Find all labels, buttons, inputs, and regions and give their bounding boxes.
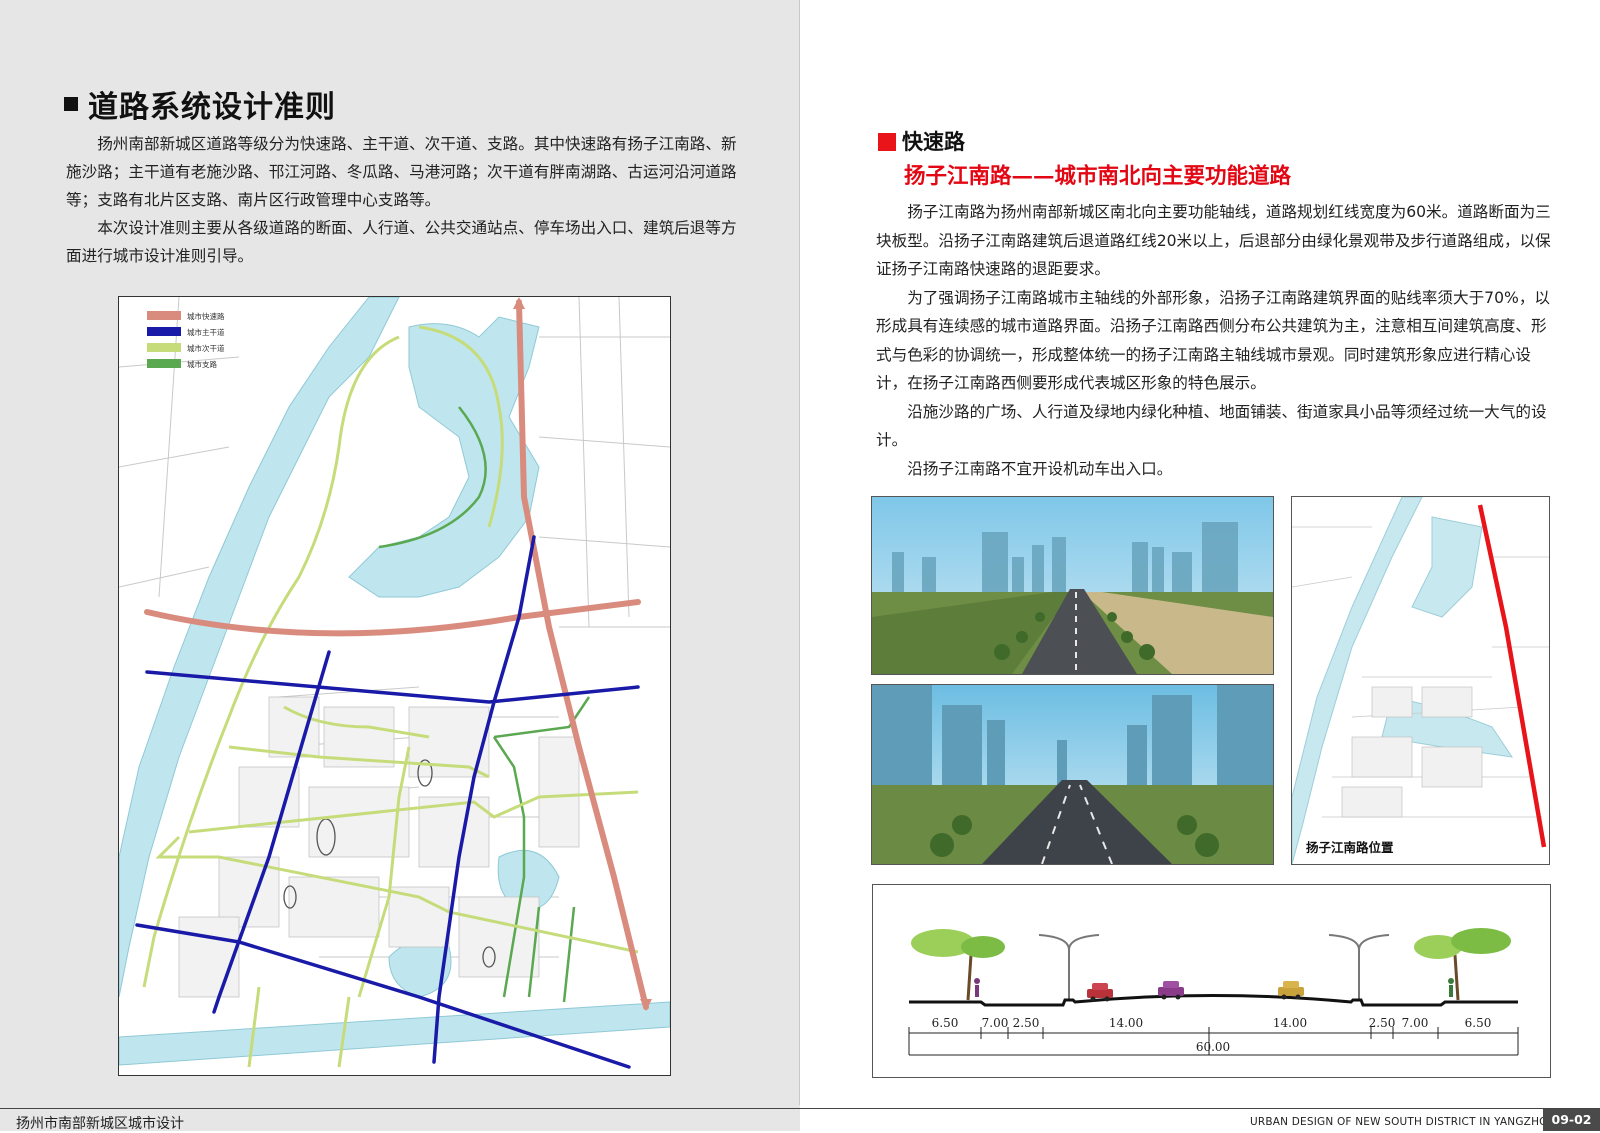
dim-label: 2.50 [1013, 1016, 1040, 1030]
dim-label: 14.00 [1273, 1016, 1307, 1030]
location-map: 扬子江南路位置 [1291, 496, 1550, 865]
dim-label: 14.00 [1109, 1016, 1143, 1030]
intro-paragraph-1: 扬州南部新城区道路等级分为快速路、主干道、次干道、支路。其中快速路有扬子江南路、… [66, 135, 737, 209]
left-page: 道路系统设计准则 扬州南部新城区道路等级分为快速路、主干道、次干道、支路。其中快… [0, 0, 800, 1131]
tree-left-icon [911, 929, 1005, 1001]
dim-total-label: 60.00 [1196, 1040, 1230, 1054]
dim-label: 7.00 [982, 1016, 1009, 1030]
legend-swatch-expressway [147, 311, 181, 320]
tree-right-icon [1414, 928, 1511, 1001]
legend-swatch-secondary [147, 343, 181, 352]
legend-label-expressway: 城市快速路 [187, 311, 225, 321]
road-rendering-2 [871, 684, 1274, 865]
red-square-icon [878, 133, 896, 151]
legend-label-branch: 城市支路 [187, 359, 217, 369]
road-system-map: 城市快速路 城市主干道 城市次干道 城市支路 [118, 296, 671, 1076]
legend-swatch-arterial [147, 327, 181, 336]
description-paragraph-3: 沿施沙路的广场、人行道及绿地内绿化种植、地面铺装、街道家具小品等须经过统一大气的… [876, 402, 1547, 450]
location-label: 扬子江南路位置 [1306, 840, 1394, 855]
description-paragraph-2: 为了强调扬子江南路城市主轴线的外部形象，沿扬子江南路建筑界面的贴线率须大于70%… [876, 288, 1551, 393]
road-cross-section: 6.50 7.00 2.50 14.00 14.00 2.50 7.00 6.5… [872, 884, 1551, 1078]
dim-label: 7.00 [1402, 1016, 1429, 1030]
legend-swatch-branch [147, 359, 181, 368]
footer-project-title: 扬州市南部新城区城市设计 [16, 1116, 184, 1132]
dim-label: 2.50 [1369, 1016, 1396, 1030]
description-paragraph-1: 扬子江南路为扬州南部新城区南北向主要功能轴线，道路规划红线宽度为60米。道路断面… [876, 203, 1551, 278]
legend-label-arterial: 城市主干道 [187, 327, 225, 337]
footer-english-title: URBAN DESIGN OF NEW SOUTH DISTRICT IN YA… [1250, 1116, 1556, 1128]
section-title: 快速路 [878, 126, 965, 156]
page-title-text: 道路系统设计准则 [88, 90, 336, 125]
title-square-icon [64, 97, 78, 111]
road-subtitle: 扬子江南路——城市南北向主要功能道路 [904, 164, 1292, 189]
road-map-svg: 城市快速路 城市主干道 城市次干道 城市支路 [119, 297, 670, 1069]
dim-label: 6.50 [1465, 1016, 1492, 1030]
legend-label-secondary: 城市次干道 [187, 343, 225, 353]
footer-divider [0, 1108, 1600, 1109]
road-rendering-1 [871, 496, 1274, 675]
intro-text: 扬州南部新城区道路等级分为快速路、主干道、次干道、支路。其中快速路有扬子江南路、… [66, 130, 742, 270]
section-title-text: 快速路 [902, 130, 965, 154]
intro-paragraph-2: 本次设计准则主要从各级道路的断面、人行道、公共交通站点、停车场出入口、建筑后退等… [66, 219, 737, 265]
page-title: 道路系统设计准则 [64, 82, 336, 126]
expressway-description: 扬子江南路为扬州南部新城区南北向主要功能轴线，道路规划红线宽度为60米。道路断面… [876, 198, 1552, 483]
page-number: 09-02 [1543, 1109, 1600, 1131]
map-legend: 城市快速路 城市主干道 城市次干道 城市支路 [147, 311, 225, 369]
yangzijiang-road-highlight [1477, 504, 1547, 848]
description-paragraph-4: 沿扬子江南路不宜开设机动车出入口。 [907, 459, 1173, 478]
dim-label: 6.50 [932, 1016, 959, 1030]
